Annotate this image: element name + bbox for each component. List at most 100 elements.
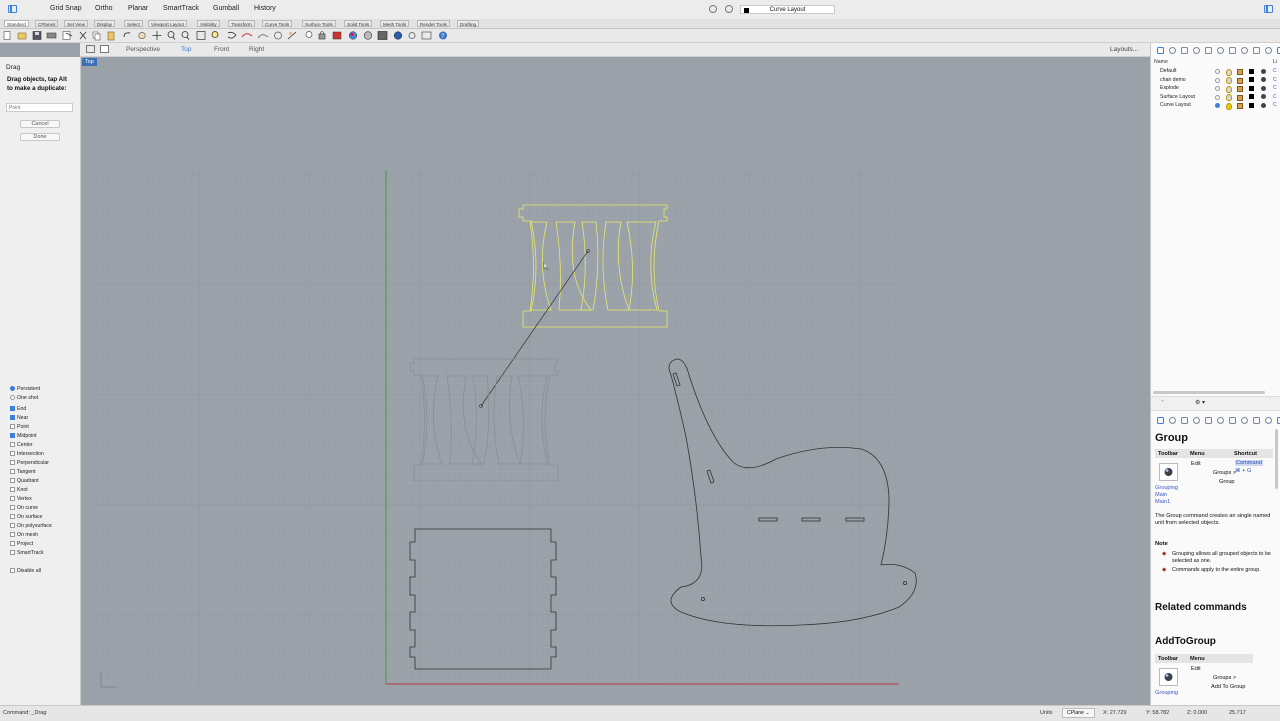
layer-color-swatch[interactable] bbox=[1249, 77, 1254, 82]
point-input[interactable] bbox=[6, 103, 73, 112]
layer-options-icon[interactable]: ⚙ ▾ bbox=[1195, 399, 1205, 406]
grid-snap-toggle[interactable]: Grid Snap bbox=[50, 5, 82, 12]
osnap-on-mesh[interactable]: On mesh bbox=[10, 531, 38, 540]
history-icon[interactable] bbox=[709, 5, 717, 13]
layer-linetype-icon[interactable]: C bbox=[1273, 101, 1277, 110]
osnap-perpendicular[interactable]: Perpendicular bbox=[10, 459, 49, 468]
render-icon[interactable] bbox=[1205, 47, 1212, 54]
tab-standard[interactable]: Standard bbox=[4, 20, 29, 27]
checkbox-icon[interactable] bbox=[10, 504, 15, 510]
layer-linetype-icon[interactable]: C bbox=[1273, 84, 1277, 93]
materials-icon[interactable] bbox=[1181, 417, 1188, 424]
osnap-vertex[interactable]: Vertex bbox=[10, 495, 32, 504]
four-view-icon[interactable] bbox=[86, 45, 95, 53]
layer-linetype-icon[interactable]: C bbox=[1273, 67, 1277, 76]
planar-toggle[interactable]: Planar bbox=[128, 5, 148, 12]
layer-material-icon[interactable] bbox=[1261, 102, 1266, 108]
right-sidebar-toggle-icon[interactable] bbox=[1264, 5, 1273, 13]
tab-curve-tools[interactable]: Curve Tools bbox=[262, 20, 293, 27]
osnap-smarttrack[interactable]: SmartTrack bbox=[10, 549, 44, 558]
note-icon[interactable] bbox=[1241, 417, 1248, 424]
tab-drafting[interactable]: Drafting bbox=[457, 20, 480, 27]
osnap-near[interactable]: Near bbox=[10, 414, 28, 423]
layer-row[interactable]: Surface Layout C bbox=[1151, 93, 1280, 102]
sidebar-toggle-icon[interactable] bbox=[8, 5, 17, 13]
osnap-mode-persistent[interactable]: Persistent bbox=[10, 385, 40, 394]
units-label[interactable]: Units bbox=[1040, 710, 1053, 716]
gumball-toggle[interactable]: Gumball bbox=[213, 5, 239, 12]
checkbox-icon[interactable] bbox=[10, 486, 15, 492]
command-history[interactable]: Command: _Drag bbox=[3, 710, 46, 716]
checkbox-icon[interactable] bbox=[10, 405, 15, 411]
help-link-grouping[interactable]: Grouping bbox=[1155, 485, 1178, 491]
current-layer-radio-icon[interactable] bbox=[1215, 94, 1220, 100]
layer-material-icon[interactable] bbox=[1261, 77, 1266, 82]
checkbox-icon[interactable] bbox=[10, 540, 15, 546]
checkbox-icon[interactable] bbox=[10, 459, 15, 465]
layer-color-swatch[interactable] bbox=[1249, 85, 1254, 91]
history-toggle[interactable]: History bbox=[254, 5, 276, 12]
viewport-canvas[interactable] bbox=[81, 57, 1150, 705]
tab-display[interactable]: Display bbox=[94, 20, 116, 27]
layer-color-swatch[interactable] bbox=[1249, 102, 1254, 108]
tab-transform[interactable]: Transform bbox=[228, 20, 255, 27]
single-view-icon[interactable] bbox=[100, 45, 109, 53]
layer-linetype-icon[interactable]: C bbox=[1273, 76, 1277, 85]
layer-row[interactable]: Default C bbox=[1151, 67, 1280, 76]
current-layer-radio-icon[interactable] bbox=[1215, 69, 1220, 74]
viewport-icon[interactable] bbox=[1229, 47, 1236, 54]
current-layer-radio-icon[interactable] bbox=[1215, 77, 1220, 83]
help-link-main1[interactable]: Main1 bbox=[1155, 499, 1170, 505]
checkbox-icon[interactable] bbox=[10, 495, 15, 501]
checkbox-icon[interactable] bbox=[10, 549, 15, 555]
radio-icon[interactable] bbox=[10, 385, 15, 391]
layer-color-swatch[interactable] bbox=[1249, 94, 1254, 99]
tab-surface-tools[interactable]: Surface Tools bbox=[302, 20, 336, 27]
checkbox-icon[interactable] bbox=[10, 441, 15, 447]
layer-row[interactable]: chair demo C bbox=[1151, 76, 1280, 85]
checkbox-icon[interactable] bbox=[10, 513, 15, 519]
osnap-mode-one-shot[interactable]: One shot bbox=[10, 394, 38, 403]
viewport-icon[interactable] bbox=[1229, 417, 1236, 424]
tab-mesh-tools[interactable]: Mesh Tools bbox=[380, 20, 410, 27]
note-icon[interactable] bbox=[1241, 47, 1248, 54]
checkbox-icon[interactable] bbox=[10, 522, 15, 528]
grid-icon[interactable] bbox=[1253, 47, 1260, 54]
osnap-on-surface[interactable]: On surface bbox=[10, 513, 42, 522]
tab-render-tools[interactable]: Render Tools bbox=[417, 20, 450, 27]
osnap-project[interactable]: Project bbox=[10, 540, 33, 549]
visibility-bulb-icon[interactable] bbox=[1226, 77, 1232, 84]
checkbox-icon[interactable] bbox=[10, 423, 15, 429]
layers-icon[interactable] bbox=[1157, 417, 1164, 424]
top-viewport[interactable] bbox=[81, 57, 1150, 705]
tab-right[interactable]: Right bbox=[249, 46, 264, 53]
checkbox-icon[interactable] bbox=[10, 414, 15, 420]
tab-top[interactable]: Top bbox=[181, 46, 191, 53]
visibility-bulb-icon[interactable] bbox=[1226, 94, 1232, 101]
group-tool-icon[interactable] bbox=[1159, 463, 1178, 481]
checkbox-icon[interactable] bbox=[10, 477, 15, 483]
target-icon[interactable] bbox=[725, 5, 733, 13]
visibility-bulb-icon[interactable] bbox=[1226, 85, 1232, 93]
done-button[interactable]: Done bbox=[20, 133, 60, 141]
layer-row[interactable]: Curve Layout C bbox=[1151, 101, 1280, 110]
layer-linetype-icon[interactable]: C bbox=[1273, 93, 1277, 102]
add-to-group-tool-icon[interactable] bbox=[1159, 668, 1178, 686]
osnap-intersection[interactable]: Intersection bbox=[10, 450, 44, 459]
checkbox-icon[interactable] bbox=[10, 531, 15, 537]
visibility-bulb-icon[interactable] bbox=[1226, 102, 1232, 110]
object-icon[interactable] bbox=[1193, 47, 1200, 54]
osnap-knot[interactable]: Knot bbox=[10, 486, 28, 495]
tab-viewport-layout[interactable]: Viewport Layout bbox=[148, 20, 187, 27]
window-icon[interactable] bbox=[1265, 417, 1272, 424]
current-layer-field[interactable]: Curve Layout bbox=[740, 5, 835, 14]
layouts-button[interactable]: Layouts... bbox=[1110, 46, 1138, 53]
grid-icon[interactable] bbox=[1253, 417, 1260, 424]
osnap-disable-all[interactable]: Disable all bbox=[10, 567, 41, 576]
materials-icon[interactable] bbox=[1181, 47, 1188, 54]
light-icon[interactable] bbox=[1217, 417, 1224, 424]
layer-color-swatch[interactable] bbox=[1249, 68, 1254, 74]
help-scrollbar[interactable] bbox=[1275, 429, 1278, 489]
lock-icon[interactable] bbox=[1237, 86, 1243, 92]
checkbox-icon[interactable] bbox=[10, 567, 15, 573]
